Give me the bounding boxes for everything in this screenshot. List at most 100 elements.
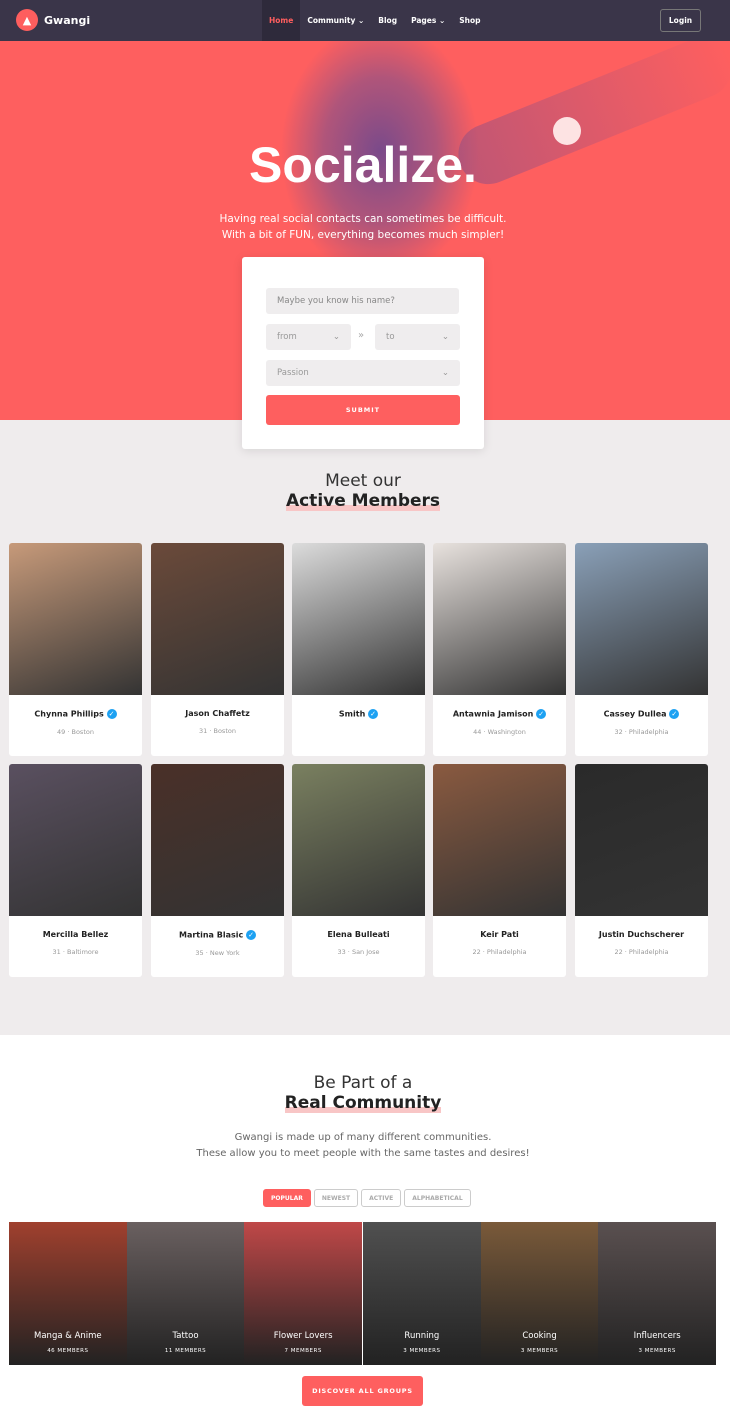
member-photo[interactable] [151,543,284,695]
group-name[interactable]: Cooking [481,1331,599,1341]
member-card[interactable]: Mercilla Bellez 31 · Baltimore [9,764,142,977]
desc-line: These allow you to meet people with the … [196,1148,530,1159]
logo-icon: ▲ [16,9,38,31]
member-name[interactable]: Elena Bulleati [292,930,425,939]
member-name[interactable]: Martina Blasic ✓ [151,930,284,940]
login-button[interactable]: Login [660,9,701,32]
member-name-text: Cassey Dullea [603,709,667,719]
member-card[interactable]: Jason Chaffetz 31 · Boston [151,543,284,756]
member-photo[interactable] [433,543,566,695]
chevron-down-icon: ⌄ [441,368,449,378]
member-name-text: Chynna Phillips [34,709,104,719]
group-members: 3 MEMBERS [520,1348,559,1354]
tab-popular[interactable]: POPULAR [263,1189,311,1207]
brand-logo[interactable]: ▲ Gwangi [16,9,90,31]
member-card[interactable]: Cassey Dullea ✓ 32 · Philadelphia [575,543,708,756]
community-heading-1: Be Part of a [313,1073,413,1093]
member-card[interactable]: Chynna Phillips ✓ 49 · Boston [9,543,142,756]
member-photo[interactable] [433,764,566,916]
group-name[interactable]: Influencers [598,1331,716,1341]
member-card[interactable]: Elena Bulleati 33 · San Jose [292,764,425,977]
group-name[interactable]: Manga & Anime [9,1331,127,1341]
member-name[interactable]: Keir Pati [433,930,566,939]
member-photo[interactable] [292,543,425,695]
submit-button[interactable]: SUBMIT [266,395,460,425]
group-tile[interactable]: Influencers 3 MEMBERS [598,1222,717,1365]
member-meta: 35 · New York [195,949,240,957]
hero-title: Socialize. [249,137,477,193]
discover-all-groups-button[interactable]: DISCOVER ALL GROUPS [302,1376,423,1406]
member-name[interactable]: Antawnia Jamison ✓ [433,709,566,719]
tab-alphabetical[interactable]: ALPHABETICAL [404,1189,471,1207]
group-tile[interactable]: Flower Lovers 7 MEMBERS [244,1222,363,1365]
member-name[interactable]: Mercilla Bellez [9,930,142,939]
member-name-text: Smith [338,709,366,719]
top-nav: ▲ Gwangi Home Community ⌄ Blog Pages ⌄ Sh… [0,0,730,41]
nav-home[interactable]: Home [262,0,301,41]
group-name[interactable]: Tattoo [127,1331,245,1341]
member-photo[interactable] [292,764,425,916]
age-from-select[interactable]: from ⌄ [266,324,351,350]
member-meta: 22 · Philadelphia [614,948,669,956]
verified-icon: ✓ [536,709,547,719]
member-name[interactable]: Justin Duchscherer [575,930,708,939]
member-name[interactable]: Jason Chaffetz [151,709,284,718]
group-members: 3 MEMBERS [403,1348,441,1354]
member-photo[interactable] [9,543,142,695]
nav-blog[interactable]: Blog [371,0,404,41]
group-name[interactable]: Running [363,1331,481,1341]
member-photo[interactable] [575,543,708,695]
group-tile[interactable]: Cooking 3 MEMBERS [480,1222,599,1365]
tab-newest[interactable]: NEWEST [313,1189,359,1207]
members-heading-2: Active Members [0,491,726,511]
name-placeholder: Maybe you know his name? [277,296,395,306]
group-tile[interactable]: Tattoo 11 MEMBERS [126,1222,245,1365]
member-name[interactable]: Chynna Phillips ✓ [9,709,142,719]
group-members: 7 MEMBERS [284,1348,322,1354]
group-tile[interactable]: Running 3 MEMBERS [362,1222,481,1365]
member-card[interactable]: Smith ✓ [292,543,425,756]
members-heading-text: Active Members [285,491,441,511]
member-name-text: Keir Pati [480,930,519,939]
group-filter-tabs: POPULAR NEWEST ACTIVE ALPHABETICAL [263,1189,471,1207]
community-heading-2: Real Community [0,1093,726,1113]
member-photo[interactable] [151,764,284,916]
member-photo[interactable] [575,764,708,916]
nav-shop[interactable]: Shop [452,0,487,41]
nav-pages[interactable]: Pages ⌄ [404,0,452,41]
verified-icon: ✓ [669,709,680,719]
passion-select[interactable]: Passion ⌄ [266,360,460,386]
member-card[interactable]: Martina Blasic ✓ 35 · New York [151,764,284,977]
search-form: Maybe you know his name? from ⌄ » to ⌄ Pas… [242,257,484,449]
member-photo[interactable] [9,764,142,916]
member-card[interactable]: Antawnia Jamison ✓ 44 · Washington [433,543,566,756]
verified-icon: ✓ [106,709,117,719]
member-name[interactable]: Cassey Dullea ✓ [575,709,708,719]
group-members: 3 MEMBERS [638,1348,676,1354]
member-card[interactable]: Justin Duchscherer 22 · Philadelphia [575,764,708,977]
community-heading-text: Real Community [284,1093,442,1113]
member-meta: 44 · Washington [473,728,526,736]
from-label: from [277,332,297,342]
desc-line: Gwangi is made up of many different comm… [234,1132,492,1143]
member-card[interactable]: Keir Pati 22 · Philadelphia [433,764,566,977]
tab-active[interactable]: ACTIVE [361,1189,402,1207]
group-members: 46 MEMBERS [47,1348,89,1354]
verified-icon: ✓ [246,930,257,940]
member-meta: 32 · Philadelphia [614,728,669,736]
group-name[interactable]: Flower Lovers [244,1331,362,1341]
group-tile[interactable]: Manga & Anime 46 MEMBERS [9,1222,127,1365]
passion-label: Passion [277,368,309,378]
age-to-select[interactable]: to ⌄ [375,324,460,350]
hero-subtitle-line: With a bit of FUN, everything becomes mu… [221,229,505,241]
member-name-text: Elena Bulleati [327,930,390,939]
member-name[interactable]: Smith ✓ [292,709,425,719]
member-meta: 49 · Boston [57,728,94,736]
member-meta: 31 · Baltimore [52,948,99,956]
name-input[interactable]: Maybe you know his name? [266,288,459,314]
brand-name: Gwangi [44,13,91,27]
nav-community[interactable]: Community ⌄ [300,0,371,41]
member-meta: 31 · Boston [199,727,236,735]
member-meta: 33 · San Jose [337,948,380,956]
member-name-text: Jason Chaffetz [185,709,250,718]
